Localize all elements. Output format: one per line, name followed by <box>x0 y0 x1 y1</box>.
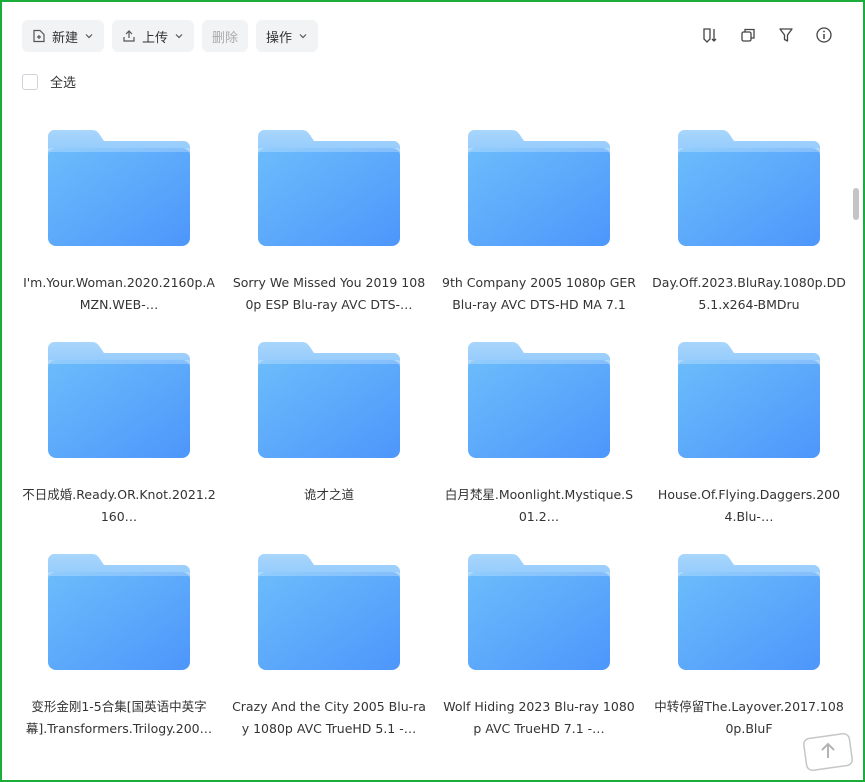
folder-icon <box>468 554 610 670</box>
folder-icon <box>48 554 190 670</box>
new-file-icon <box>32 29 46 43</box>
folder-item[interactable]: 9th Company 2005 1080p GER Blu-ray AVC D… <box>442 120 642 332</box>
folder-name: I'm.Your.Woman.2020.2160p.AMZN.WEB-… <box>23 275 215 312</box>
folder-icon <box>678 342 820 458</box>
toolbar: 新建 上传 删除 操作 <box>22 20 319 52</box>
scrollbar[interactable] <box>853 188 859 220</box>
info-icon[interactable] <box>815 26 833 44</box>
delete-button-label: 删除 <box>212 30 239 46</box>
folder-name: Wolf Hiding 2023 Blu-ray 1080p AVC TrueH… <box>443 699 635 736</box>
folder-icon <box>48 342 190 458</box>
actions-button-label: 操作 <box>266 30 293 46</box>
folder-name: 不日成婚.Ready.OR.Knot.2021.2160… <box>22 487 216 524</box>
folder-item[interactable]: 诡才之道 <box>232 332 432 544</box>
chevron-down-icon <box>174 31 184 41</box>
folder-item[interactable]: I'm.Your.Woman.2020.2160p.AMZN.WEB-… <box>22 120 222 332</box>
filter-icon[interactable] <box>777 26 795 44</box>
folder-item[interactable]: 白月梵星.Moonlight.Mystique.S01.2… <box>442 332 642 544</box>
folder-icon <box>258 342 400 458</box>
view-tools <box>701 26 833 44</box>
folder-item[interactable]: Sorry We Missed You 2019 1080p ESP Blu-r… <box>232 120 432 332</box>
folder-item[interactable]: House.Of.Flying.Daggers.2004.Blu-… <box>652 332 852 544</box>
folder-item[interactable]: Day.Off.2023.BluRay.1080p.DD5.1.x264-BMD… <box>652 120 852 332</box>
new-button-label: 新建 <box>52 30 79 46</box>
folder-name: Crazy And the City 2005 Blu-ray 1080p AV… <box>232 699 426 736</box>
watermark-logo <box>801 730 855 774</box>
folder-icon <box>468 130 610 246</box>
folder-icon <box>258 130 400 246</box>
folder-icon <box>678 554 820 670</box>
folder-icon <box>258 554 400 670</box>
upload-button[interactable]: 上传 <box>112 20 195 52</box>
chevron-down-icon <box>84 31 94 41</box>
folder-item[interactable]: Crazy And the City 2005 Blu-ray 1080p AV… <box>232 544 432 756</box>
folder-name: Sorry We Missed You 2019 1080p ESP Blu-r… <box>232 275 426 312</box>
folder-item[interactable]: 不日成婚.Ready.OR.Knot.2021.2160… <box>22 332 222 544</box>
chevron-down-icon <box>298 31 308 41</box>
folder-icon <box>468 342 610 458</box>
actions-button[interactable]: 操作 <box>256 20 319 52</box>
select-all-label: 全选 <box>50 76 77 91</box>
select-all[interactable]: 全选 <box>22 72 76 91</box>
folder-item[interactable]: Wolf Hiding 2023 Blu-ray 1080p AVC TrueH… <box>442 544 642 756</box>
delete-button[interactable]: 删除 <box>202 20 249 52</box>
select-all-checkbox[interactable] <box>22 73 38 90</box>
folder-name: 变形金刚1-5合集[国英语中英字幕].Transformers.Trilogy.… <box>25 699 213 736</box>
upload-button-label: 上传 <box>142 30 169 46</box>
folder-name: 白月梵星.Moonlight.Mystique.S01.2… <box>444 487 634 524</box>
folder-item[interactable]: 变形金刚1-5合集[国英语中英字幕].Transformers.Trilogy.… <box>22 544 222 756</box>
folder-icon <box>678 130 820 246</box>
folder-name: 诡才之道 <box>303 487 354 502</box>
file-browser-window: 新建 上传 删除 操作 全选 I'm.Your.Woman.2020.2160p… <box>0 0 865 782</box>
folder-name: Day.Off.2023.BluRay.1080p.DD5.1.x264-BMD… <box>652 275 846 312</box>
folder-name: 9th Company 2005 1080p GER Blu-ray AVC D… <box>442 275 636 312</box>
folder-name: House.Of.Flying.Daggers.2004.Blu-… <box>657 487 841 524</box>
copy-icon[interactable] <box>739 26 757 44</box>
folder-item[interactable]: 中转停留The.Layover.2017.1080p.BluF <box>652 544 852 756</box>
folder-icon <box>48 130 190 246</box>
upload-icon <box>122 29 136 43</box>
sort-icon[interactable] <box>701 26 719 44</box>
new-button[interactable]: 新建 <box>22 20 105 52</box>
